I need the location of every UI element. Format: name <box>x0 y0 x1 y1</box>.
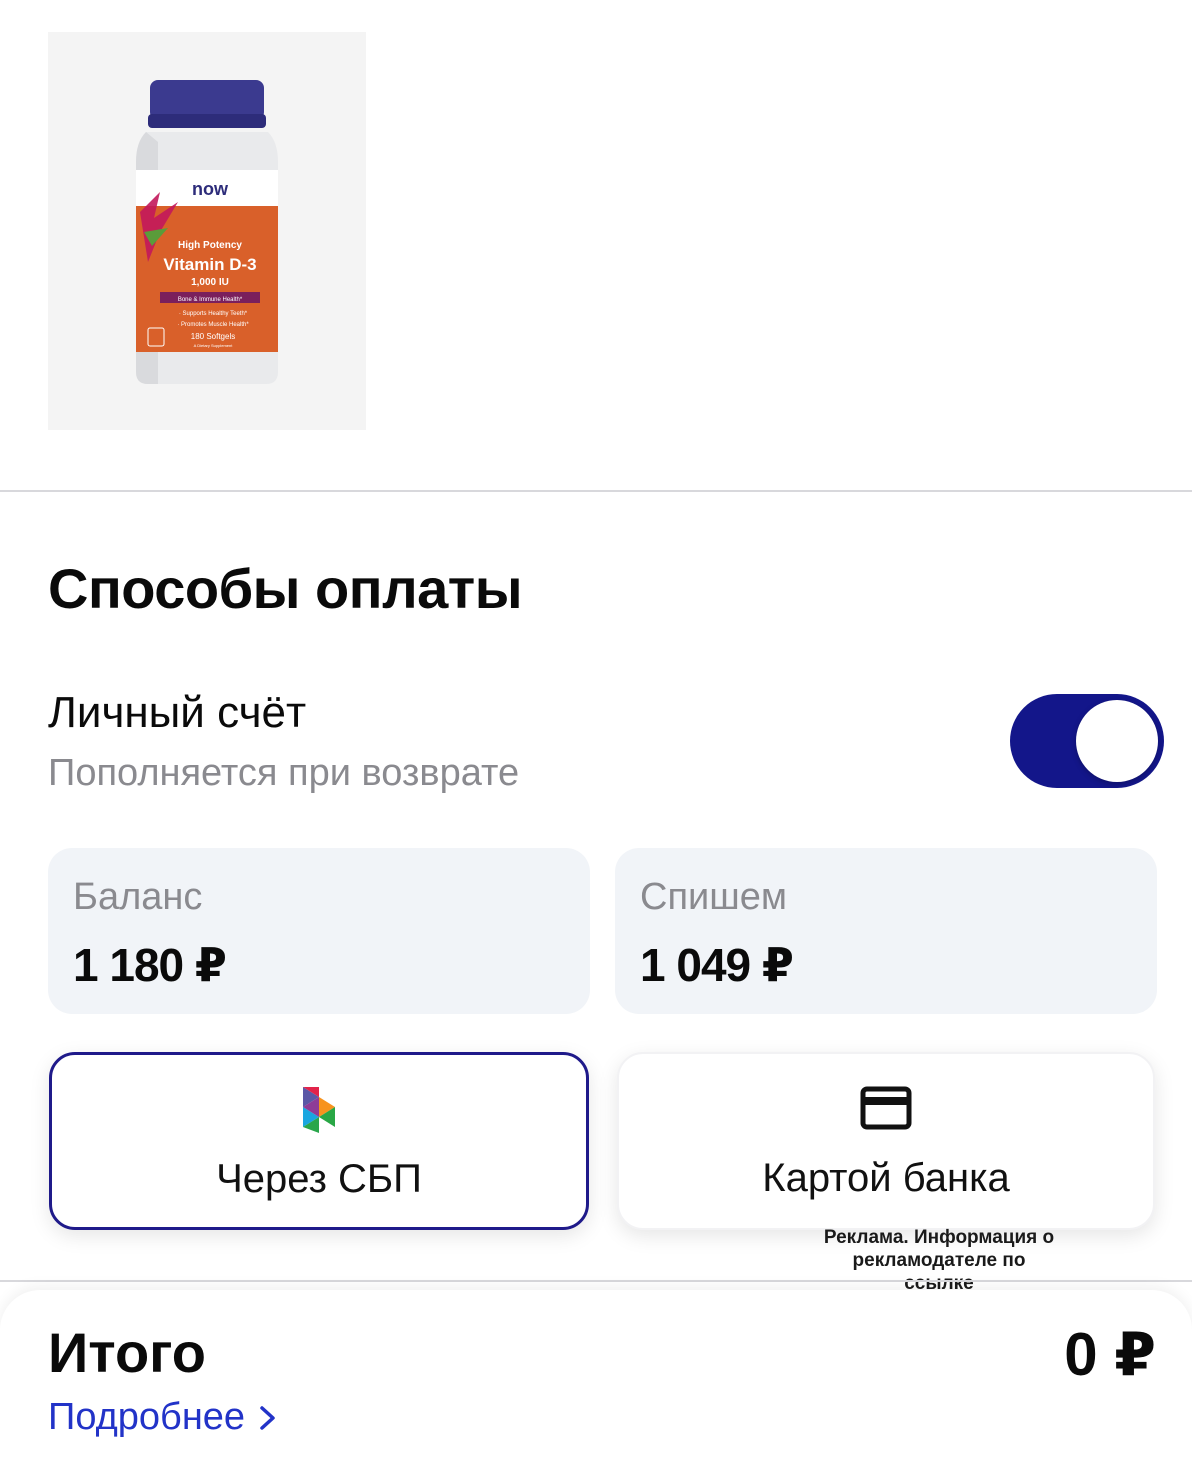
total-value: 0 ₽ <box>1064 1321 1156 1388</box>
label-count: 180 Softgels <box>191 332 235 341</box>
balance-label: Баланс <box>73 876 203 918</box>
ad-disclaimer-link[interactable]: Реклама. Информация о рекламодателе по с… <box>820 1226 1058 1295</box>
label-dose: 1,000 IU <box>191 277 229 288</box>
label-claim-1: · Supports Healthy Teeth* <box>179 311 248 317</box>
label-benefit: Bone & Immune Health* <box>178 297 243 303</box>
details-link[interactable]: Подробнее <box>48 1396 279 1439</box>
label-dietary: A Dietary Supplement <box>194 343 234 348</box>
vitamin-bottle-illustration: now High Potency Vitamin D-3 1,000 IU Bo… <box>136 80 278 384</box>
toggle-knob <box>1076 700 1158 782</box>
personal-account-toggle[interactable] <box>1010 694 1164 788</box>
debit-value: 1 049 ₽ <box>640 939 794 991</box>
checkout-page: now High Potency Vitamin D-3 1,000 IU Bo… <box>0 0 1192 1482</box>
bottom-divider <box>0 1280 1192 1282</box>
product-image[interactable]: now High Potency Vitamin D-3 1,000 IU Bo… <box>48 32 366 430</box>
bank-card-icon <box>860 1086 912 1130</box>
balance-value: 1 180 ₽ <box>73 939 227 991</box>
total-label: Итого <box>48 1321 206 1384</box>
payment-methods-title: Способы оплаты <box>48 557 523 620</box>
pay-card-button[interactable]: Картой банка <box>617 1052 1155 1230</box>
personal-account-label: Личный счёт <box>48 688 307 737</box>
label-claim-2: · Promotes Muscle Health* <box>177 322 249 328</box>
sbp-logo-icon <box>303 1087 335 1133</box>
section-divider <box>0 490 1192 492</box>
label-name: Vitamin D-3 <box>163 255 256 274</box>
debit-label: Спишем <box>640 876 787 918</box>
details-link-label: Подробнее <box>48 1396 246 1438</box>
chevron-right-icon <box>260 1405 275 1430</box>
label-potency: High Potency <box>178 240 242 251</box>
personal-account-sublabel: Пополняется при возврате <box>48 752 520 794</box>
pay-sbp-button[interactable]: Через СБП <box>49 1052 589 1230</box>
total-sheet: Итого 0 ₽ Подробнее <box>0 1290 1192 1482</box>
sbp-label: Через СБП <box>216 1157 422 1201</box>
card-label: Картой банка <box>762 1156 1010 1200</box>
debit-card: Спишем 1 049 ₽ <box>615 848 1157 1014</box>
brand-logo: now <box>192 179 229 199</box>
balance-card: Баланс 1 180 ₽ <box>48 848 590 1014</box>
